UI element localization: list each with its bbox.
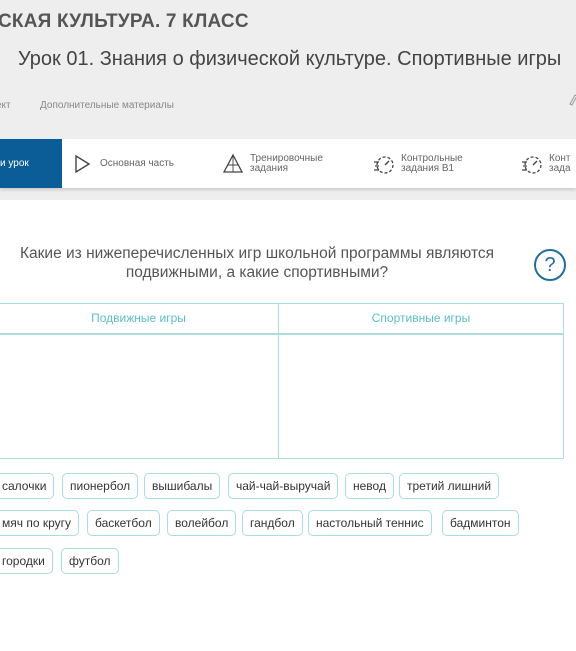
tab-label: Контрольные bbox=[401, 152, 463, 164]
column-divider bbox=[278, 304, 279, 458]
option-chip[interactable]: вышибалы bbox=[144, 473, 221, 499]
option-chip[interactable]: футбол bbox=[61, 548, 119, 574]
column-header-sport-games: Спортивные игры bbox=[371, 311, 471, 325]
question-line: Какие из нижеперечисленных игр школьной … bbox=[19, 245, 495, 262]
subnav-link-project[interactable]: ект bbox=[0, 100, 11, 111]
sorting-table: Подвижные игры Спортивные игры bbox=[0, 303, 564, 459]
option-chip[interactable]: баскетбол bbox=[87, 510, 160, 536]
option-chip[interactable]: пионербол bbox=[62, 473, 139, 499]
option-chip[interactable]: чай-чай-выручай bbox=[228, 473, 339, 499]
tab-training-tasks[interactable]: Тренировочные задания bbox=[222, 139, 323, 188]
tab-label: Основная часть bbox=[100, 157, 175, 169]
subnav-link-extra-materials[interactable]: Дополнительные материалы bbox=[40, 100, 174, 111]
course-title: СКАЯ КУЛЬТУРА. 7 КЛАСС bbox=[0, 11, 249, 32]
lesson-title: Урок 01. Знания о физической культуре. С… bbox=[18, 48, 562, 70]
option-chip[interactable]: бадминтон bbox=[442, 510, 519, 536]
tab-control-tasks-b2[interactable]: Конт зада bbox=[521, 139, 571, 188]
tab-label: задания В1 bbox=[401, 162, 455, 174]
triangle-icon bbox=[222, 153, 244, 173]
option-chip[interactable]: городки bbox=[0, 548, 53, 574]
option-chip[interactable]: настольный теннис bbox=[308, 510, 432, 536]
pencil-icon[interactable] bbox=[568, 94, 576, 109]
tab-control-tasks-b1[interactable]: Контрольные задания В1 bbox=[373, 139, 463, 188]
header-divider bbox=[0, 333, 563, 335]
option-chip[interactable]: мяч по кругу bbox=[0, 510, 80, 536]
tab-lesson-start[interactable]: и урок bbox=[0, 139, 62, 188]
option-chip[interactable]: гандбол bbox=[242, 510, 303, 536]
option-chip[interactable]: волейбол bbox=[167, 510, 237, 536]
tab-label: и урок bbox=[0, 158, 29, 169]
tab-label: задания bbox=[250, 162, 289, 174]
tab-main-part[interactable]: Основная часть bbox=[72, 139, 174, 188]
help-button[interactable]: ? bbox=[534, 249, 566, 281]
question-line: подвижными, а какие спортивными? bbox=[125, 264, 389, 281]
tab-label: Тренировочные bbox=[250, 152, 323, 164]
column-header-mobile-games: Подвижные игры bbox=[91, 311, 186, 325]
timer-icon bbox=[374, 155, 394, 174]
play-icon bbox=[75, 154, 91, 173]
tab-label: зада bbox=[549, 162, 571, 174]
option-chip[interactable]: салочки bbox=[0, 473, 55, 499]
lesson-tabs: и урок Основная часть Тренировочные зада… bbox=[0, 139, 576, 188]
option-chip[interactable]: третий лишний bbox=[399, 473, 500, 499]
question-text: Какие из нижеперечисленных игр школьной … bbox=[0, 244, 514, 282]
option-chip[interactable]: невод bbox=[345, 473, 394, 499]
tab-label: Конт bbox=[549, 152, 571, 164]
timer-icon bbox=[522, 155, 542, 174]
